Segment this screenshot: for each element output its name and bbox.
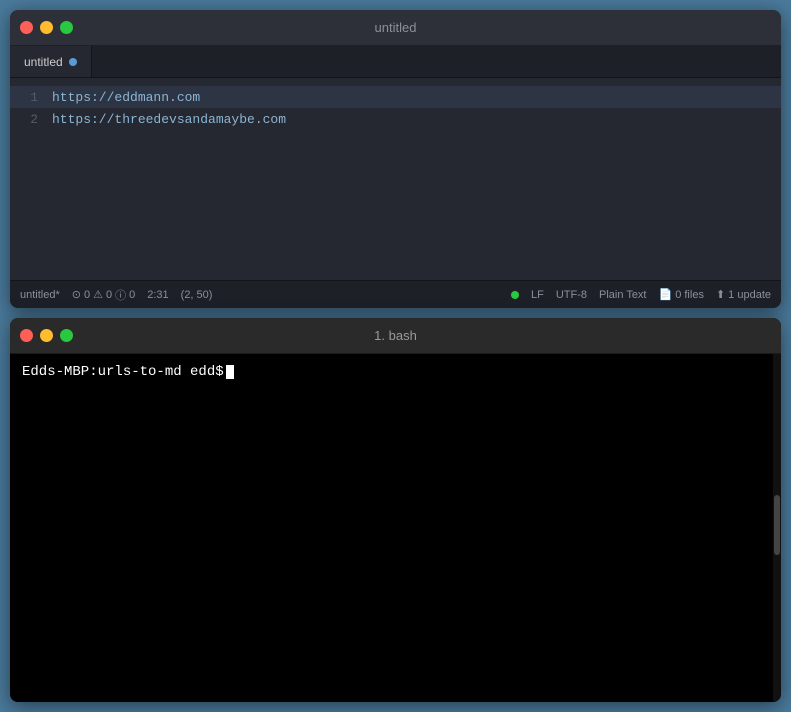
editor-area[interactable]: 1 https://eddmann.com 2 https://threedev… [10,78,781,280]
terminal-window-controls [20,329,73,342]
editor-line-1: 1 https://eddmann.com [10,86,781,108]
terminal-cursor [226,365,234,379]
status-filename: untitled* [20,289,60,301]
line-number-1: 1 [10,90,52,105]
terminal-prompt: Edds-MBP:urls-to-md edd$ [22,364,224,380]
terminal-area[interactable]: Edds-MBP:urls-to-md edd$ [10,354,781,702]
circle-icon: ⊙ [72,288,81,301]
status-time: 2:31 [147,289,168,301]
files-icon: 📄 [659,288,673,301]
tab-bar: untitled [10,46,781,78]
status-errors: ⊙ 0 ⚠ 0 ⓘ 0 [72,287,135,303]
editor-tab[interactable]: untitled [10,46,92,77]
terminal-window: 1. bash Edds-MBP:urls-to-md edd$ [10,318,781,702]
status-files: 📄 0 files [659,288,704,301]
window-controls [20,21,73,34]
editor-line-2: 2 https://threedevsandamaybe.com [10,108,781,130]
terminal-maximize-button[interactable] [60,329,73,342]
tab-label: untitled [24,55,63,69]
close-button[interactable] [20,21,33,34]
warning-icon: ⚠ [93,288,103,301]
editor-window: untitled untitled 1 https://eddmann.com … [10,10,781,308]
status-update: ⬆ 1 update [716,288,771,301]
terminal-scrollbar-thumb[interactable] [774,495,780,555]
minimize-button[interactable] [40,21,53,34]
tab-modified-indicator [69,58,77,66]
terminal-close-button[interactable] [20,329,33,342]
editor-title: untitled [375,20,417,35]
line-content-1: https://eddmann.com [52,90,200,105]
maximize-button[interactable] [60,21,73,34]
line-number-2: 2 [10,112,52,127]
terminal-title: 1. bash [374,328,417,343]
status-dot [511,291,519,299]
status-position: (2, 50) [181,289,213,301]
status-syntax[interactable]: Plain Text [599,289,647,301]
status-charset: UTF-8 [556,289,587,301]
status-bar: untitled* ⊙ 0 ⚠ 0 ⓘ 0 2:31 (2, 50) LF UT… [10,280,781,308]
terminal-prompt-line: Edds-MBP:urls-to-md edd$ [22,364,769,380]
update-icon: ⬆ [716,288,725,301]
info-icon: ⓘ [115,287,126,303]
line-content-2: https://threedevsandamaybe.com [52,112,286,127]
editor-titlebar: untitled [10,10,781,46]
status-encoding: LF [531,289,544,301]
terminal-minimize-button[interactable] [40,329,53,342]
terminal-scrollbar[interactable] [773,354,781,702]
terminal-titlebar: 1. bash [10,318,781,354]
